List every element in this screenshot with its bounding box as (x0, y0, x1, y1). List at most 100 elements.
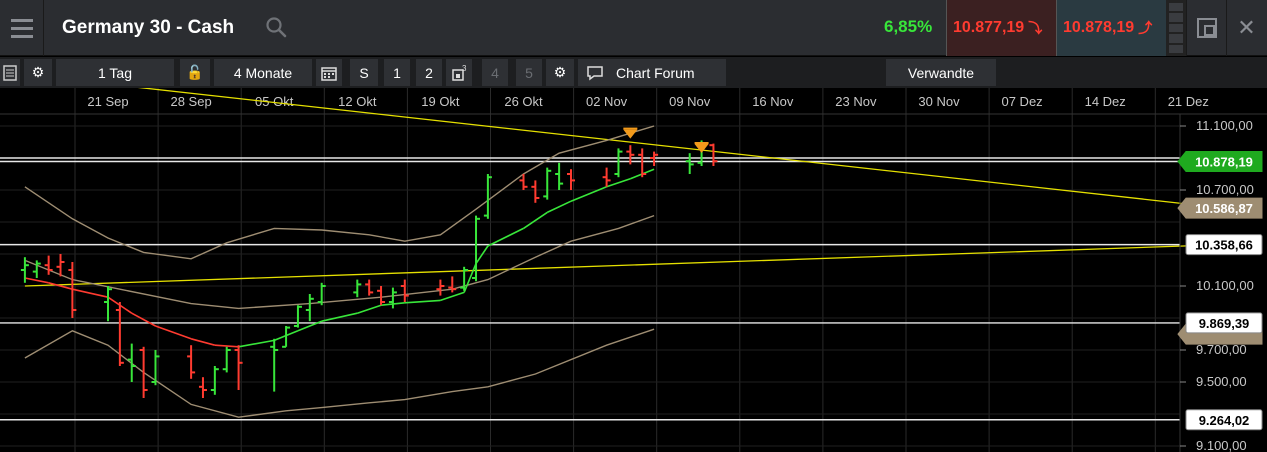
ohlc-bar (210, 366, 219, 395)
ohlc-bar (127, 343, 136, 382)
price-chart[interactable]: 21 Sep 28 Sep 05 Okt 12 Okt 19 Okt 26 Okt 02 N… (0, 88, 1267, 452)
moving-average-segment (475, 245, 489, 265)
save-layout-button[interactable]: S (350, 59, 378, 86)
moving-average-segment (487, 227, 524, 247)
period-select[interactable]: 4 Monate (214, 59, 312, 86)
moving-average-segment (72, 288, 109, 298)
related-button[interactable]: Verwandte (886, 59, 996, 86)
ohlc-bar (104, 286, 112, 322)
current-price-tag: 10.878,19 (1177, 150, 1263, 172)
date-label: 02 Nov (586, 94, 628, 109)
ohlc-bar (139, 346, 148, 398)
settings-gear-icon[interactable]: ⚙ (24, 59, 52, 86)
calendar-icon[interactable] (316, 59, 342, 86)
moving-average-segment (570, 186, 607, 202)
search-icon[interactable] (265, 16, 287, 38)
interval-select[interactable]: 1 Tag (56, 59, 174, 86)
moving-average-segment (404, 299, 441, 304)
moving-average-segment (155, 325, 192, 340)
trendline-price-tag: 10.586,87 (1177, 197, 1263, 219)
ohlc-bar (543, 167, 552, 200)
ohlc-bar (555, 162, 564, 190)
price-tag-label: 9.264,02 (1199, 413, 1250, 428)
ohlc-bar (198, 377, 207, 398)
price-tick-label: 11.100,00 (1196, 118, 1253, 133)
chart-forum-label: Chart Forum (616, 64, 695, 81)
moving-average-segment (523, 211, 548, 230)
chart-settings-gear-icon[interactable]: ⚙ (546, 59, 574, 86)
date-label: 23 Nov (835, 94, 877, 109)
ohlc-bar (436, 279, 445, 296)
horizontal-levels (0, 157, 1180, 421)
ohlc-bar (531, 180, 540, 203)
moving-average-segment (440, 291, 465, 302)
ohlc-bar (293, 305, 302, 328)
down-arrow-icon: ⤵ (1028, 20, 1043, 36)
change-percent: 6,85% (884, 17, 933, 36)
close-icon[interactable]: ✕ (1226, 0, 1266, 56)
popout-window-icon[interactable] (1186, 0, 1226, 56)
date-axis: 21 Sep 28 Sep 05 Okt 12 Okt 19 Okt 26 Okt 02 N… (87, 94, 1209, 109)
moving-average-segment (214, 344, 239, 348)
date-label: 14 Dez (1085, 94, 1126, 109)
ohlc-bar (377, 286, 386, 306)
level-price-tag: 9.264,02 (1185, 409, 1263, 431)
buy-price-button[interactable]: 10.878,19 ⤴ (1056, 0, 1166, 56)
ohlc-bar (305, 294, 314, 322)
bollinger-middle-line (24, 214, 655, 310)
date-label: 30 Nov (918, 94, 960, 109)
moving-average-segment (131, 312, 156, 327)
moving-average-segment (238, 339, 275, 348)
price-tag-label: 10.586,87 (1195, 201, 1253, 216)
date-label: 12 Okt (338, 94, 377, 109)
moving-average-segment (24, 277, 49, 284)
date-label: 19 Okt (421, 94, 460, 109)
ohlc-bar (32, 260, 41, 278)
moving-average-segment (321, 312, 358, 322)
chart-toolbar: ⚙ 1 Tag 🔓 4 Monate S 1 2 3 4 5 ⚙ Chart F… (0, 57, 1267, 88)
ohlc-bar (270, 338, 279, 392)
buy-price: 10.878,19 (1063, 19, 1135, 36)
moving-average-segment (546, 200, 572, 214)
chat-bubble-icon (587, 65, 603, 80)
sell-signal-bar (694, 142, 709, 144)
price-tick-label: 10.100,00 (1196, 278, 1254, 293)
lock-icon[interactable]: 🔓 (180, 59, 210, 86)
price-tag-label: 9.869,39 (1199, 316, 1250, 331)
sell-price-button[interactable]: 10.877,19 ⤵ (946, 0, 1056, 56)
level-price-tag: 10.358,66 (1185, 234, 1263, 256)
chart-list-icon[interactable] (0, 59, 20, 86)
chart-forum-button[interactable]: Chart Forum (578, 59, 726, 86)
ohlc-bar (685, 153, 694, 174)
ohlc-bar (614, 148, 623, 178)
sell-price: 10.877,19 (953, 19, 1025, 36)
date-label: 09 Nov (669, 94, 711, 109)
date-label: 07 Dez (1001, 94, 1042, 109)
ohlc-bar (44, 255, 53, 275)
ohlc-bar (222, 346, 231, 373)
preset-4-button[interactable]: 4 (482, 59, 508, 86)
up-arrow-icon: ⤴ (1138, 20, 1153, 36)
date-label: 26 Okt (504, 94, 543, 109)
moving-average-segment (190, 338, 216, 346)
title-bar: Germany 30 - Cash 6,85% 10.877,19 ⤵ 10.8… (0, 0, 1267, 56)
price-tag-label: 10.358,66 (1195, 238, 1253, 253)
price-tag-label: 10.878,19 (1195, 154, 1253, 169)
preset-5-button[interactable]: 5 (516, 59, 542, 86)
price-tick-label: 10.700,00 (1196, 182, 1254, 197)
depth-indicator (1166, 0, 1186, 56)
ohlc-bar (388, 287, 397, 309)
preset-2-button[interactable]: 2 (416, 59, 442, 86)
trendlines (24, 88, 1224, 287)
price-tick-label: 9.500,00 (1196, 374, 1247, 389)
bollinger-upper-line (24, 125, 655, 260)
instrument-title: Germany 30 - Cash (62, 17, 235, 38)
ohlc-bar (709, 143, 718, 166)
ohlc-bar (602, 167, 611, 187)
hamburger-menu-icon[interactable] (0, 0, 44, 56)
preset-1-button[interactable]: 1 (384, 59, 410, 86)
ohlc-bar (365, 279, 374, 296)
sell-signal-marker (694, 144, 709, 153)
preset-3-button[interactable]: 3 (446, 59, 472, 86)
preset-3-label: 3 (462, 64, 467, 73)
